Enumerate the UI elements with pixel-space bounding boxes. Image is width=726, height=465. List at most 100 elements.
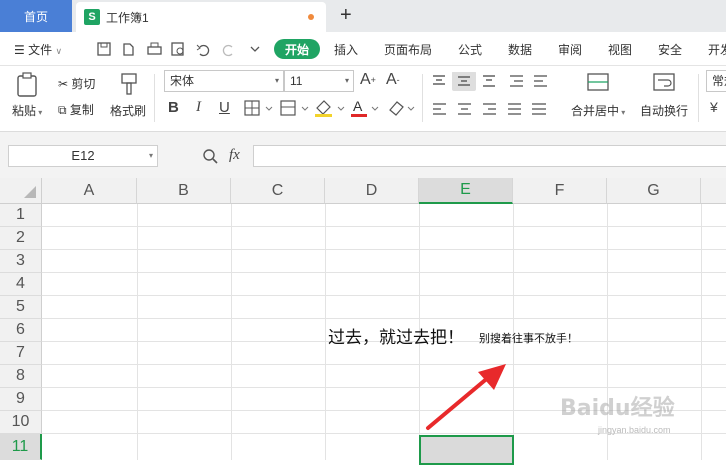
divider [422, 74, 423, 122]
save-icon[interactable] [97, 42, 111, 56]
undo-icon[interactable] [196, 44, 210, 57]
row-header-10[interactable]: 10 [0, 411, 42, 434]
chevron-down-icon: ▾ [148, 151, 153, 160]
tab-insert[interactable]: 插入 [334, 41, 358, 58]
selected-cell-e12[interactable] [419, 435, 514, 465]
merge-center-icon[interactable] [586, 72, 612, 94]
chevron-down-icon: ∨ [55, 46, 63, 56]
gridline [701, 204, 702, 460]
font-color-icon[interactable]: A [350, 98, 386, 118]
formula-input[interactable] [253, 145, 726, 167]
wrap-text-label[interactable]: 自动换行 [640, 102, 688, 119]
cell-d6[interactable]: 过去，就过去把！ [328, 323, 464, 348]
formula-bar: E12 ▾ fx [0, 132, 726, 178]
row-header-2[interactable]: 2 [0, 227, 42, 250]
align-bottom-icon[interactable] [483, 75, 495, 87]
customize-toolbar-icon[interactable] [250, 46, 260, 52]
number-format-select[interactable]: 常规 [706, 70, 726, 92]
border-icon[interactable] [244, 99, 280, 117]
row-header-11[interactable]: 11 [0, 434, 42, 460]
align-middle-icon[interactable] [452, 72, 476, 91]
tab-page-layout[interactable]: 页面布局 [384, 41, 432, 58]
bold-icon[interactable]: B [168, 99, 179, 116]
gridline [137, 204, 138, 460]
watermark-url: jingyan.baidu.com [598, 425, 671, 435]
fx-icon[interactable]: fx [229, 147, 240, 164]
file-menu-label: 文件 [28, 43, 53, 57]
align-top-icon[interactable] [433, 75, 445, 85]
justify-icon[interactable] [508, 103, 521, 115]
decrease-font-icon[interactable]: A- [386, 71, 400, 89]
tab-workbook[interactable]: S 工作簿1 [76, 2, 326, 32]
tab-review[interactable]: 审阅 [558, 41, 582, 58]
redo-icon[interactable] [222, 44, 233, 57]
chevron-down-icon: ▾ [274, 76, 279, 85]
column-header-d[interactable]: D [325, 178, 419, 204]
merge-center-button[interactable]: 合并居中 ▾ [571, 102, 625, 119]
clear-format-icon[interactable] [386, 98, 422, 118]
hamburger-icon: ☰ [14, 43, 25, 57]
select-all-corner[interactable] [0, 178, 42, 204]
paste-button[interactable]: 粘贴 ▾ [12, 102, 42, 119]
row-header-3[interactable]: 3 [0, 250, 42, 273]
row-header-5[interactable]: 5 [0, 296, 42, 319]
align-center-icon[interactable] [458, 103, 471, 115]
row-header-7[interactable]: 7 [0, 342, 42, 365]
align-left-icon[interactable] [433, 103, 446, 115]
column-header-h[interactable] [701, 178, 726, 204]
align-right-icon[interactable] [483, 103, 496, 115]
tab-formula[interactable]: 公式 [458, 41, 482, 58]
title-bar: 首页 S 工作簿1 + [0, 0, 726, 32]
chevron-down-icon: ▾ [344, 76, 349, 85]
row-header-8[interactable]: 8 [0, 365, 42, 388]
increase-font-icon[interactable]: A + [360, 71, 376, 89]
italic-icon[interactable]: I [196, 99, 201, 116]
tab-developer[interactable]: 开发 [708, 41, 726, 58]
export-pdf-icon[interactable] [123, 43, 134, 56]
tab-start[interactable]: 开始 [274, 39, 320, 59]
column-header-c[interactable]: C [231, 178, 325, 204]
cut-button[interactable]: ✂ 剪切 [58, 75, 95, 92]
column-header-e[interactable]: E [419, 178, 513, 204]
new-tab-button[interactable]: + [340, 4, 352, 27]
divider [154, 74, 155, 122]
print-icon[interactable] [147, 42, 162, 55]
wrap-text-icon[interactable] [652, 72, 678, 94]
file-menu[interactable]: ☰ 文件 ∨ [14, 41, 62, 58]
cell-e6[interactable]: 别搜着往事不放手！ [479, 330, 578, 346]
font-size-select[interactable]: 11 ▾ [284, 70, 354, 92]
gridline [325, 204, 326, 460]
format-painter-label[interactable]: 格式刷 [110, 102, 146, 119]
font-name-select[interactable]: 宋体 ▾ [164, 70, 284, 92]
gridline [42, 226, 726, 227]
name-box[interactable]: E12 ▾ [8, 145, 158, 167]
tab-view[interactable]: 视图 [608, 41, 632, 58]
gridline [42, 249, 726, 250]
paste-icon[interactable] [16, 72, 40, 98]
zoom-formula-icon[interactable] [202, 148, 218, 164]
column-header-g[interactable]: G [607, 178, 701, 204]
fill-color-icon[interactable] [314, 98, 350, 118]
row-header-9[interactable]: 9 [0, 388, 42, 411]
distribute-icon[interactable] [532, 103, 546, 115]
copy-button[interactable]: ⧉ 复制 [58, 101, 94, 118]
cell-style-icon[interactable] [280, 99, 316, 117]
tab-data[interactable]: 数据 [508, 41, 532, 58]
menu-bar: ☰ 文件 ∨ 开始 插入 页面布局 公式 数据 审阅 视图 安全 开发 [0, 32, 726, 66]
column-header-a[interactable]: A [42, 178, 137, 204]
row-header-4[interactable]: 4 [0, 273, 42, 296]
increase-indent-icon[interactable] [534, 75, 547, 87]
currency-icon[interactable]: ¥ [710, 99, 718, 115]
column-header-f[interactable]: F [513, 178, 607, 204]
quick-access-toolbar [97, 42, 260, 57]
row-header-6[interactable]: 6 [0, 319, 42, 342]
print-preview-icon[interactable] [171, 42, 184, 56]
tab-security[interactable]: 安全 [658, 41, 682, 58]
underline-icon[interactable]: U [219, 99, 230, 116]
format-painter-icon[interactable] [118, 72, 140, 98]
decrease-indent-icon[interactable] [510, 75, 523, 87]
row-header-1[interactable]: 1 [0, 204, 42, 227]
column-header-b[interactable]: B [137, 178, 231, 204]
alignment-group [433, 72, 547, 115]
tab-home[interactable]: 首页 [0, 0, 72, 32]
